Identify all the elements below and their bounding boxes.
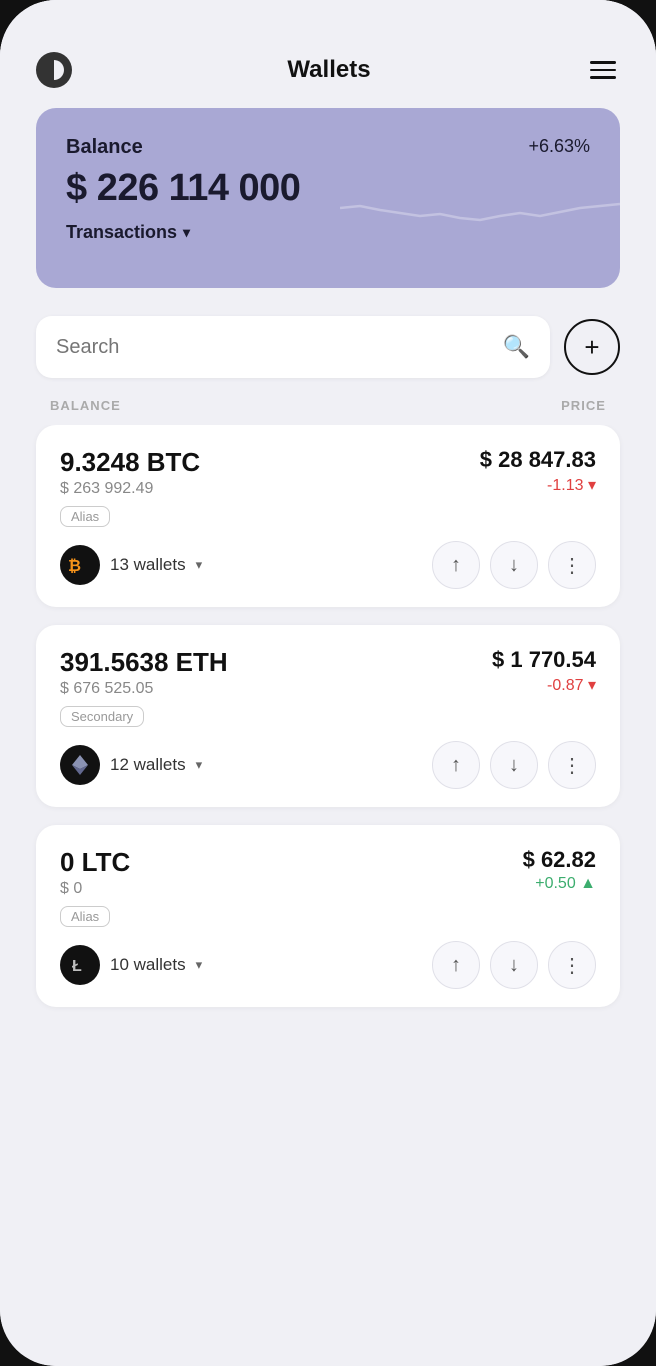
ltc-alias-tag: Alias bbox=[60, 906, 110, 927]
search-wrapper: 🔍 bbox=[36, 316, 550, 378]
balance-column-header: BALANCE bbox=[50, 398, 121, 413]
btc-left: 9.3248 BTC $ 263 992.49 Alias bbox=[60, 447, 200, 527]
eth-bottom: 12 wallets ▾ ↑ ↓ ⋮ bbox=[60, 741, 596, 789]
btc-receive-button[interactable]: ↓ bbox=[490, 541, 538, 589]
price-column-header: PRICE bbox=[561, 398, 606, 413]
ltc-wallets-count: 10 wallets bbox=[110, 955, 186, 975]
balance-card: Balance +6.63% $ 226 114 000 Transaction… bbox=[36, 108, 620, 288]
eth-amount: 391.5638 ETH bbox=[60, 647, 228, 678]
btc-wallets-chevron: ▾ bbox=[196, 557, 203, 573]
ltc-send-button[interactable]: ↑ bbox=[432, 941, 480, 989]
menu-line-2 bbox=[590, 69, 616, 72]
ltc-change: +0.50 ▲ bbox=[523, 875, 596, 893]
svg-text:₿: ₿ bbox=[68, 557, 81, 575]
balance-percent: +6.63% bbox=[528, 136, 590, 157]
bottom-spacer bbox=[0, 1326, 656, 1366]
btc-price: $ 28 847.83 bbox=[480, 447, 596, 473]
ltc-price: $ 62.82 bbox=[523, 847, 596, 873]
balance-top: Balance +6.63% bbox=[66, 136, 590, 159]
ltc-amount: 0 LTC bbox=[60, 847, 130, 878]
eth-icon bbox=[60, 745, 100, 785]
eth-action-buttons: ↑ ↓ ⋮ bbox=[432, 741, 596, 789]
btc-change: -1.13 ▾ bbox=[480, 475, 596, 495]
btc-icon: ₿ bbox=[60, 545, 100, 585]
btc-top: 9.3248 BTC $ 263 992.49 Alias $ 28 847.8… bbox=[60, 447, 596, 527]
eth-right: $ 1 770.54 -0.87 ▾ bbox=[492, 647, 596, 695]
ltc-right: $ 62.82 +0.50 ▲ bbox=[523, 847, 596, 893]
page-title: Wallets bbox=[287, 56, 370, 84]
balance-label: Balance bbox=[66, 136, 143, 159]
ltc-usd: $ 0 bbox=[60, 880, 130, 898]
eth-usd: $ 676 525.05 bbox=[60, 680, 228, 698]
btc-action-buttons: ↑ ↓ ⋮ bbox=[432, 541, 596, 589]
ltc-receive-button[interactable]: ↓ bbox=[490, 941, 538, 989]
eth-change: -0.87 ▾ bbox=[492, 675, 596, 695]
eth-receive-button[interactable]: ↓ bbox=[490, 741, 538, 789]
crypto-list: 9.3248 BTC $ 263 992.49 Alias $ 28 847.8… bbox=[0, 425, 656, 1326]
search-input[interactable] bbox=[56, 336, 493, 359]
eth-more-button[interactable]: ⋮ bbox=[548, 741, 596, 789]
menu-line-3 bbox=[590, 76, 616, 79]
ltc-bottom: Ł 10 wallets ▾ ↑ ↓ ⋮ bbox=[60, 941, 596, 989]
btc-usd: $ 263 992.49 bbox=[60, 480, 200, 498]
eth-left: 391.5638 ETH $ 676 525.05 Secondary bbox=[60, 647, 228, 727]
btc-bottom: ₿ 13 wallets ▾ ↑ ↓ ⋮ bbox=[60, 541, 596, 589]
crypto-card-eth: 391.5638 ETH $ 676 525.05 Secondary $ 1 … bbox=[36, 625, 620, 807]
eth-alias-tag: Secondary bbox=[60, 706, 144, 727]
ltc-icon: Ł bbox=[60, 945, 100, 985]
ltc-action-buttons: ↑ ↓ ⋮ bbox=[432, 941, 596, 989]
ltc-wallets-chevron: ▾ bbox=[196, 957, 203, 973]
app-container: Wallets Balance +6.63% $ 226 114 000 Tra… bbox=[0, 0, 656, 1366]
crypto-card-ltc: 0 LTC $ 0 Alias $ 62.82 +0.50 ▲ Ł bbox=[36, 825, 620, 1007]
search-icon: 🔍 bbox=[503, 334, 530, 360]
btc-wallets-count: 13 wallets bbox=[110, 555, 186, 575]
eth-send-button[interactable]: ↑ bbox=[432, 741, 480, 789]
eth-icon-wallets: 12 wallets ▾ bbox=[60, 745, 202, 785]
crypto-card-btc: 9.3248 BTC $ 263 992.49 Alias $ 28 847.8… bbox=[36, 425, 620, 607]
transactions-label: Transactions bbox=[66, 222, 177, 243]
column-headers: BALANCE PRICE bbox=[0, 398, 656, 425]
menu-line-1 bbox=[590, 61, 616, 64]
btc-icon-wallets: ₿ 13 wallets ▾ bbox=[60, 545, 202, 585]
ltc-more-button[interactable]: ⋮ bbox=[548, 941, 596, 989]
eth-top: 391.5638 ETH $ 676 525.05 Secondary $ 1 … bbox=[60, 647, 596, 727]
menu-button[interactable] bbox=[586, 57, 620, 83]
app-logo bbox=[36, 52, 72, 88]
search-section: 🔍 + bbox=[0, 316, 656, 398]
ltc-icon-wallets: Ł 10 wallets ▾ bbox=[60, 945, 202, 985]
header: Wallets bbox=[0, 0, 656, 108]
btc-right: $ 28 847.83 -1.13 ▾ bbox=[480, 447, 596, 495]
eth-wallets-chevron: ▾ bbox=[196, 757, 203, 773]
ltc-left: 0 LTC $ 0 Alias bbox=[60, 847, 130, 927]
svg-text:Ł: Ł bbox=[72, 958, 82, 975]
btc-send-button[interactable]: ↑ bbox=[432, 541, 480, 589]
transactions-button[interactable]: Transactions ▾ bbox=[66, 222, 590, 243]
eth-price: $ 1 770.54 bbox=[492, 647, 596, 673]
ltc-top: 0 LTC $ 0 Alias $ 62.82 +0.50 ▲ bbox=[60, 847, 596, 927]
add-wallet-button[interactable]: + bbox=[564, 319, 620, 375]
btc-amount: 9.3248 BTC bbox=[60, 447, 200, 478]
btc-more-button[interactable]: ⋮ bbox=[548, 541, 596, 589]
eth-wallets-count: 12 wallets bbox=[110, 755, 186, 775]
chevron-down-icon: ▾ bbox=[183, 224, 190, 241]
btc-alias-tag: Alias bbox=[60, 506, 110, 527]
phone-shell: Wallets Balance +6.63% $ 226 114 000 Tra… bbox=[0, 0, 656, 1366]
